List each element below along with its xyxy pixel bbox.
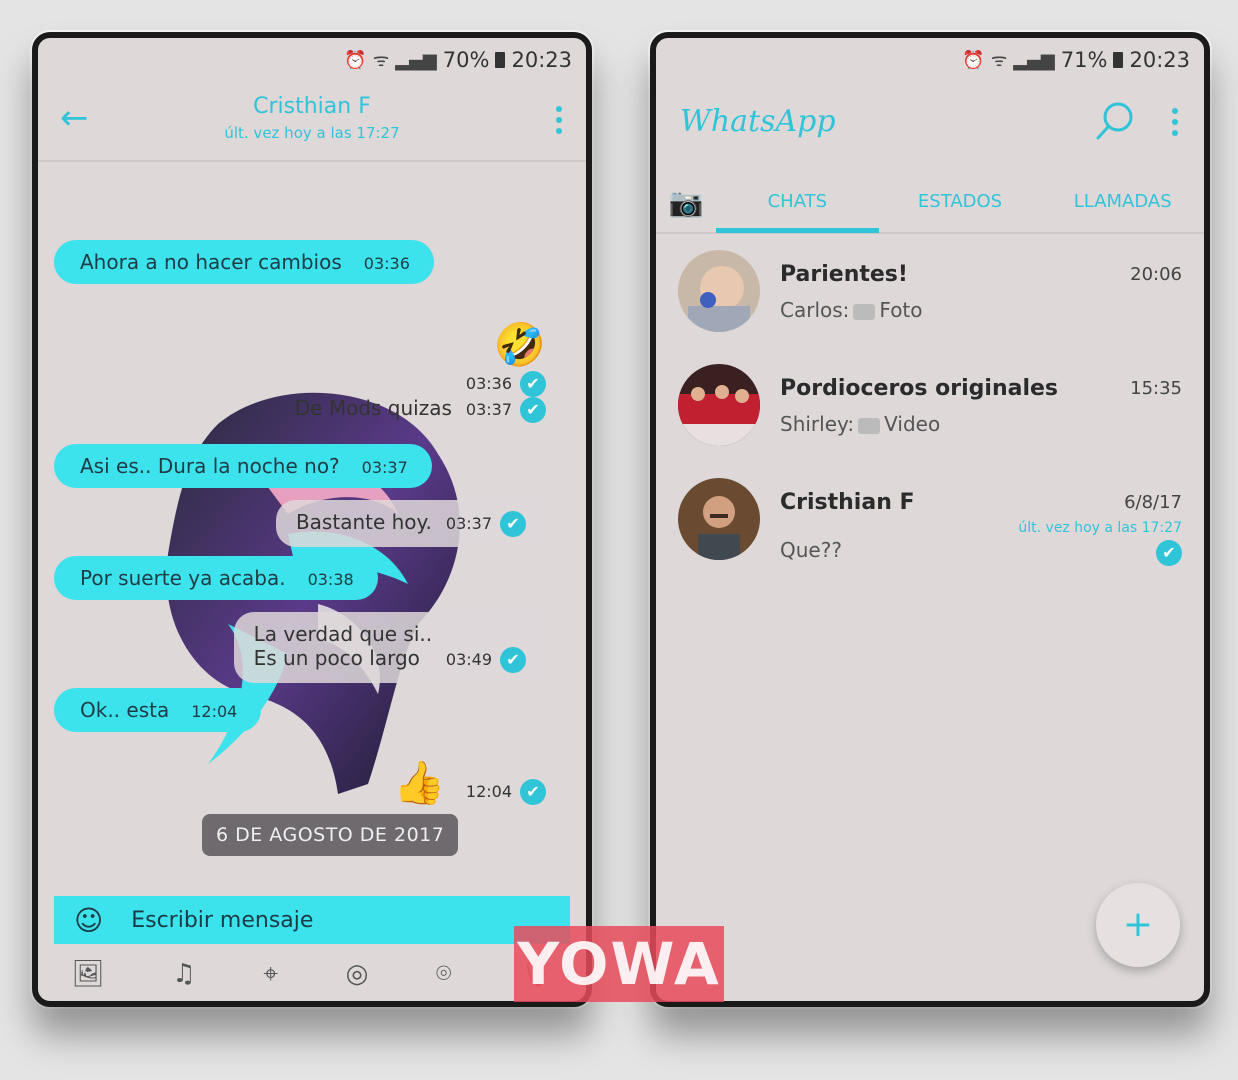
clock: 20:23 — [511, 48, 572, 72]
chat-name: Parientes! — [780, 262, 908, 287]
message-out[interactable]: La verdad que si.. Es un poco largo 03:49… — [233, 612, 546, 683]
camera-tab-icon[interactable]: 📷 — [656, 186, 716, 219]
read-check-icon: ✔ — [1156, 540, 1182, 566]
chat-list-item[interactable]: Parientes! Carlos: Foto 20:06 — [656, 250, 1204, 350]
battery-percent: 70% — [442, 48, 490, 72]
clock: 20:23 — [1129, 48, 1190, 72]
message-out[interactable]: De Mods quizas 03:37 ✔ — [295, 396, 546, 423]
message-list[interactable]: Ahora a no hacer cambios 03:36 🤣 03:36 ✔ D… — [38, 164, 586, 884]
video-icon — [858, 417, 881, 434]
avatar[interactable] — [678, 250, 760, 332]
camera-icon[interactable]: ⌾ — [436, 959, 452, 990]
music-icon[interactable]: ♫ — [172, 959, 195, 989]
last-seen: últ. vez hoy a las 17:27 — [224, 124, 400, 142]
status-bar: ⏰ ᯤ ▂▄▆ 70% 20:23 — [38, 38, 586, 82]
status-bar: ⏰ ᯤ ▂▄▆ 71% 20:23 — [656, 38, 1204, 82]
chat-screen: ⏰ ᯤ ▂▄▆ 70% 20:23 ← Cristhian F últ. vez… — [32, 32, 592, 1007]
attachment-bar: 🖼 ♫ ⌖ ◎ ⌾ 🎙 — [38, 950, 586, 998]
battery-icon — [495, 52, 506, 68]
signal-icon: ▂▄▆ — [1013, 49, 1055, 71]
read-check-icon: ✔ — [520, 370, 546, 397]
message-out[interactable]: 👍 12:04 ✔ — [393, 758, 546, 808]
chat-time: 6/8/17 — [1124, 492, 1182, 513]
wifi-icon: ᯤ — [990, 50, 1008, 71]
chat-list-item[interactable]: Cristhian F Que?? 6/8/17 últ. vez hoy a … — [656, 478, 1204, 578]
more-options-icon[interactable] — [556, 106, 562, 139]
signal-icon: ▂▄▆ — [395, 49, 437, 71]
avatar[interactable] — [678, 478, 760, 560]
rofl-emoji-icon: 🤣 — [493, 320, 546, 369]
read-check-icon: ✔ — [520, 396, 546, 423]
chat-time: 15:35 — [1130, 378, 1182, 399]
contact-name[interactable]: Cristhian F — [38, 94, 586, 119]
tab-bar: 📷 CHATS ESTADOS LLAMADAS — [656, 172, 1204, 234]
watermark-logo: YOWA — [514, 926, 724, 1002]
tab-estados[interactable]: ESTADOS — [879, 171, 1042, 233]
message-in[interactable]: Ok.. esta 12:04 — [54, 688, 262, 732]
compose-bar: ☺ — [54, 896, 570, 944]
more-options-icon[interactable] — [1172, 108, 1178, 141]
message-in[interactable]: Asi es.. Dura la noche no? 03:37 — [54, 444, 432, 488]
message-out[interactable]: Bastante hoy. 03:37 ✔ — [275, 500, 546, 547]
date-separator: 6 DE AGOSTO DE 2017 — [202, 814, 459, 856]
chat-list-screen: ⏰ ᯤ ▂▄▆ 71% 20:23 WhatsApp 📷 CHATS ESTAD… — [650, 32, 1210, 1007]
chat-name: Pordioceros originales — [780, 376, 1059, 401]
message-input[interactable] — [131, 907, 512, 933]
photo-icon — [853, 303, 876, 320]
message-in[interactable]: Por suerte ya acaba. 03:38 — [54, 556, 378, 600]
alarm-icon: ⏰ — [962, 49, 985, 71]
emoji-icon[interactable]: ☺ — [74, 904, 103, 937]
battery-percent: 71% — [1060, 48, 1108, 72]
chat-header: ← Cristhian F últ. vez hoy a las 17:27 — [38, 82, 586, 162]
chat-time: 20:06 — [1130, 264, 1182, 285]
alarm-icon: ⏰ — [344, 49, 367, 71]
thumbs-up-emoji-icon: 👍 — [393, 758, 446, 807]
chat-preview: Que?? — [780, 538, 842, 562]
tab-chats[interactable]: CHATS — [716, 171, 879, 233]
chat-list-item[interactable]: Pordioceros originales Shirley: Video 15:… — [656, 364, 1204, 464]
contact-icon[interactable]: ◎ — [346, 959, 369, 989]
location-icon[interactable]: ⌖ — [263, 959, 278, 990]
battery-icon — [1113, 52, 1124, 68]
app-header: WhatsApp — [656, 82, 1204, 172]
tab-llamadas[interactable]: LLAMADAS — [1041, 171, 1204, 233]
wifi-icon: ᯤ — [372, 50, 390, 71]
search-icon[interactable] — [1094, 100, 1134, 144]
new-chat-button[interactable]: + — [1096, 883, 1180, 967]
gallery-icon[interactable]: 🖼 — [72, 959, 105, 989]
app-title: WhatsApp — [680, 104, 836, 139]
read-check-icon: ✔ — [500, 510, 526, 537]
last-seen: últ. vez hoy a las 17:27 — [1018, 520, 1182, 536]
message-in[interactable]: Ahora a no hacer cambios 03:36 — [54, 240, 434, 284]
chat-preview: Carlos: Foto — [780, 298, 923, 322]
read-check-icon: ✔ — [520, 778, 546, 805]
message-out[interactable]: 🤣 03:36 ✔ — [452, 320, 546, 397]
chat-name: Cristhian F — [780, 490, 915, 515]
chat-preview: Shirley: Video — [780, 412, 941, 436]
read-check-icon: ✔ — [500, 646, 526, 673]
avatar[interactable] — [678, 364, 760, 446]
